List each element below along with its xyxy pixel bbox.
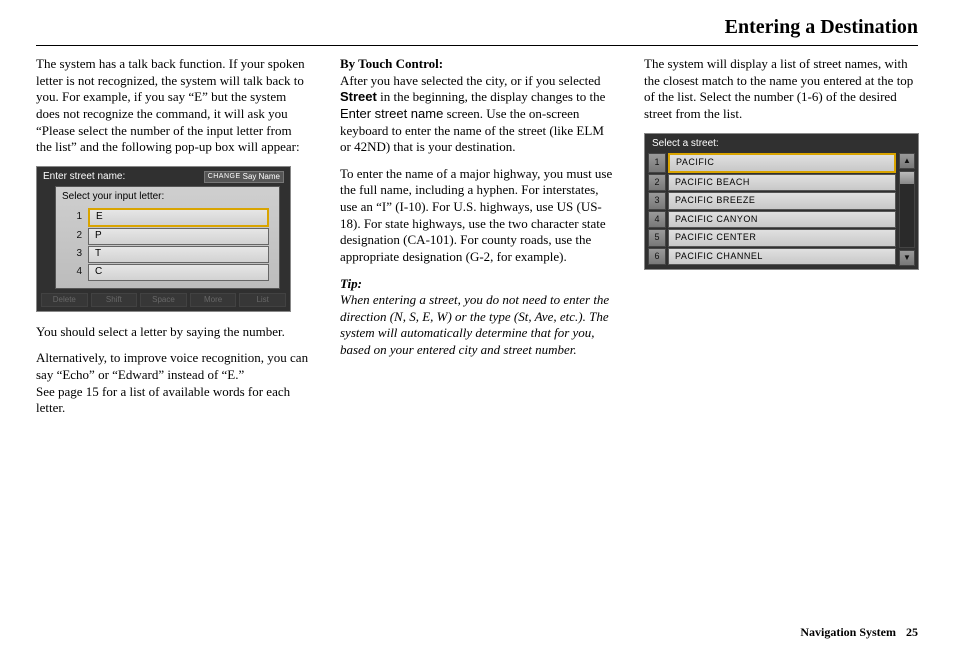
screen2-row[interactable]: 5PACIFIC CENTER (648, 229, 896, 247)
footer-page-number: 25 (906, 625, 918, 640)
col2-tip-body: When entering a street, you do not need … (340, 292, 609, 357)
header-rule (36, 45, 918, 46)
screen2-row-number: 1 (648, 153, 666, 173)
screen2-row[interactable]: 3PACIFIC BREEZE (648, 192, 896, 210)
screen1-bottom-button[interactable]: More (190, 293, 237, 307)
col2-tip: Tip: When entering a street, you do not … (340, 276, 614, 359)
screen2-row[interactable]: 1PACIFIC (648, 153, 896, 173)
col3-p1: The system will display a list of street… (644, 56, 918, 123)
screen1-bottom-button[interactable]: Space (140, 293, 187, 307)
screen1-row[interactable]: 2P (60, 228, 275, 245)
col2-tip-label: Tip: (340, 276, 362, 291)
screen2-row[interactable]: 4PACIFIC CANYON (648, 211, 896, 229)
screen1-row-value[interactable]: P (88, 228, 269, 245)
screen2-title: Select a street: (648, 137, 915, 154)
col2-touch-para: By Touch Control: After you have selecte… (340, 56, 614, 156)
col2-p2: To enter the name of a major highway, yo… (340, 166, 614, 266)
col2-p1b: Street (340, 89, 377, 104)
page-title: Entering a Destination (36, 16, 918, 39)
col1-intro: The system has a talk back function. If … (36, 56, 310, 156)
screen2-row-value[interactable]: PACIFIC CANYON (668, 211, 896, 229)
screen1-row-number: 1 (60, 211, 88, 224)
screen1-say-text: Say Name (243, 172, 280, 182)
screen1-popup-title: Select your input letter: (60, 189, 275, 208)
screen1-top-label: Enter street name: (43, 171, 125, 184)
screen2-scrollbar: ▲ ▼ (899, 153, 915, 266)
screen1-row-value[interactable]: E (88, 208, 269, 227)
screen1-row[interactable]: 4C (60, 264, 275, 281)
screen1-bottom-buttons: DeleteShiftSpaceMoreList (41, 293, 286, 307)
col-3: The system will display a list of street… (644, 56, 918, 621)
screen2-row-value[interactable]: PACIFIC BEACH (668, 174, 896, 192)
columns: The system has a talk back function. If … (36, 56, 918, 621)
screen2-row-number: 3 (648, 192, 666, 210)
screen1-say-name-pill: CHANGE Say Name (204, 171, 284, 183)
screen1-row-value[interactable]: C (88, 264, 269, 281)
screen1-bottom-button[interactable]: Shift (91, 293, 138, 307)
screen2-row-value[interactable]: PACIFIC CENTER (668, 229, 896, 247)
screen1-row[interactable]: 1E (60, 208, 275, 227)
scroll-track[interactable] (899, 171, 915, 248)
screen2-row-value[interactable]: PACIFIC CHANNEL (668, 248, 896, 266)
screen1-change-text: CHANGE (208, 173, 241, 182)
col1-alt-para: Alternatively, to improve voice recognit… (36, 350, 310, 417)
scroll-down-icon[interactable]: ▼ (899, 250, 915, 266)
scroll-thumb[interactable] (900, 172, 914, 184)
col2-p1a: After you have selected the city, or if … (340, 73, 601, 88)
screen1-row[interactable]: 3T (60, 246, 275, 263)
screen2-row-number: 2 (648, 174, 666, 192)
screen-input-letter: Enter street name: CHANGE Say Name Selec… (36, 166, 291, 312)
screen2-list: 1PACIFIC2PACIFIC BEACH3PACIFIC BREEZE4PA… (648, 153, 896, 266)
scroll-up-icon[interactable]: ▲ (899, 153, 915, 169)
screen2-row-value[interactable]: PACIFIC (668, 153, 896, 173)
page-footer: Navigation System 25 (36, 621, 918, 640)
col2-p1c: in the beginning, the display changes to… (377, 89, 606, 104)
screen1-row-number: 4 (60, 266, 88, 279)
screen1-bottom-button[interactable]: Delete (41, 293, 88, 307)
col2-p1d: Enter street name (340, 106, 443, 121)
screen2-row[interactable]: 6PACIFIC CHANNEL (648, 248, 896, 266)
screen-select-street: Select a street: 1PACIFIC2PACIFIC BEACH3… (644, 133, 919, 271)
screen2-row-number: 5 (648, 229, 666, 247)
screen2-row-number: 4 (648, 211, 666, 229)
col-2: By Touch Control: After you have selecte… (340, 56, 614, 621)
screen2-row-value[interactable]: PACIFIC BREEZE (668, 192, 896, 210)
screen1-row-number: 3 (60, 248, 88, 261)
screen1-popup: Select your input letter: 1E2P3T4C (55, 186, 280, 289)
col1-after-image: You should select a letter by saying the… (36, 324, 310, 341)
col2-heading: By Touch Control: (340, 56, 443, 71)
footer-label: Navigation System (800, 625, 896, 640)
screen2-row[interactable]: 2PACIFIC BEACH (648, 174, 896, 192)
screen2-row-number: 6 (648, 248, 666, 266)
screen1-bottom-button[interactable]: List (239, 293, 286, 307)
screen1-row-number: 2 (60, 230, 88, 243)
col-1: The system has a talk back function. If … (36, 56, 310, 621)
screen1-row-value[interactable]: T (88, 246, 269, 263)
